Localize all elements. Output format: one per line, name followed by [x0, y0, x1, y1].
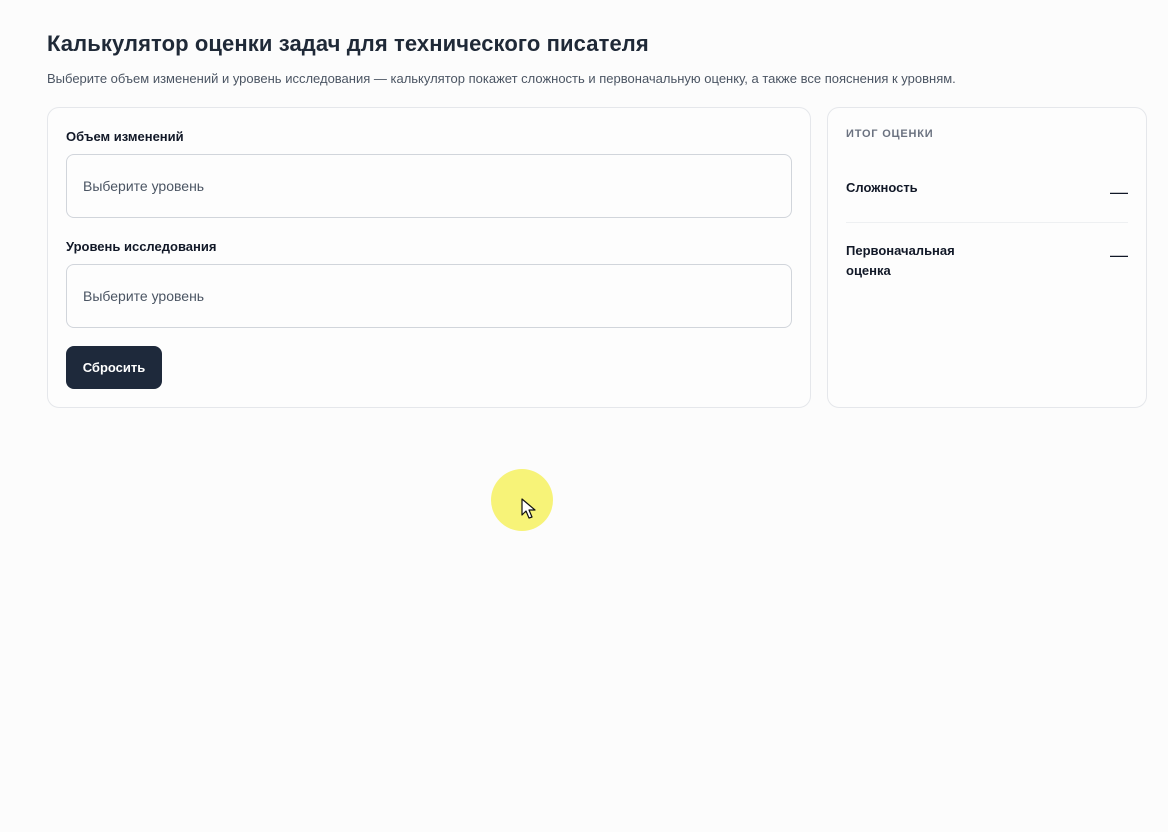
result-divider	[846, 222, 1128, 223]
result-card: Итог оценки Сложность — Первоначальная о…	[827, 107, 1147, 408]
research-select-placeholder: Выберите уровень	[83, 288, 205, 304]
estimation-form-card: Объем изменений Выберите уровень Уровень…	[47, 107, 811, 408]
volume-select[interactable]: Выберите уровень	[66, 154, 792, 218]
reset-button[interactable]: Сбросить	[66, 346, 162, 389]
complexity-label: Сложность	[846, 180, 918, 195]
complexity-value: —	[1110, 182, 1128, 202]
volume-select-placeholder: Выберите уровень	[83, 178, 205, 194]
research-select[interactable]: Выберите уровень	[66, 264, 792, 328]
page-subtitle: Выберите объем изменений и уровень иссле…	[47, 71, 956, 86]
page-title: Калькулятор оценки задач для техническог…	[47, 31, 649, 56]
estimate-label: Первоначальная оценка	[846, 243, 955, 278]
mouse-pointer-icon	[521, 498, 536, 519]
volume-label: Объем изменений	[66, 129, 184, 144]
research-label: Уровень исследования	[66, 239, 217, 254]
result-heading: Итог оценки	[846, 128, 934, 140]
page: Калькулятор оценки задач для техническог…	[0, 0, 1168, 832]
estimate-value: —	[1110, 245, 1128, 265]
